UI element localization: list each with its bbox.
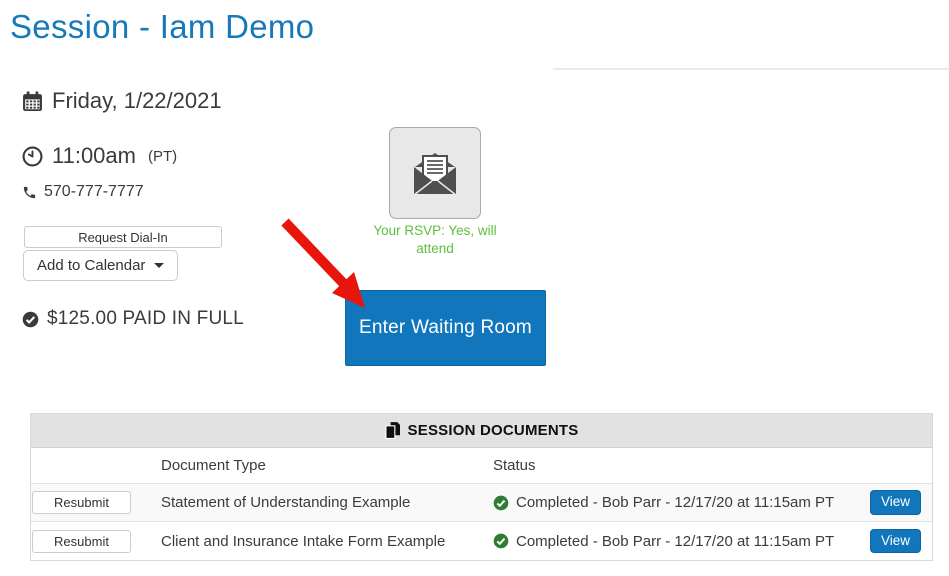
column-status: Status [493, 457, 536, 474]
add-to-calendar-button[interactable]: Add to Calendar [23, 250, 179, 281]
view-button[interactable]: View [870, 490, 922, 515]
session-documents-table: SESSION DOCUMENTS Document Type Status R… [30, 413, 933, 561]
rsvp-status-text: Your RSVP: Yes, will attend [373, 223, 497, 257]
session-documents-header: SESSION DOCUMENTS [31, 414, 932, 448]
document-type-cell: Statement of Understanding Example [161, 494, 411, 511]
session-time-row: 11:00am (PT) [22, 143, 177, 169]
view-button[interactable]: View [870, 528, 922, 554]
table-row: Resubmit Statement of Understanding Exam… [31, 484, 932, 522]
payment-status: $125.00 PAID IN FULL [47, 308, 244, 329]
resubmit-button[interactable]: Resubmit [32, 491, 131, 514]
payment-status-row: $125.00 PAID IN FULL [22, 308, 244, 330]
row-action-cell: Resubmit [31, 529, 161, 553]
completed-check-icon [493, 495, 509, 511]
session-phone: 570-777-7777 [44, 183, 144, 200]
status-cell: Completed - Bob Parr - 12/17/20 at 11:15… [493, 494, 870, 511]
row-view-cell: View [870, 528, 932, 554]
session-phone-row: 570-777-7777 [22, 183, 144, 201]
chevron-down-icon [154, 263, 165, 268]
session-page: Session - Iam Demo Friday, 1/22/2021 11:… [0, 0, 949, 576]
status-text: Completed - Bob Parr - 12/17/20 at 11:15… [516, 532, 835, 550]
row-view-cell: View [870, 490, 932, 515]
status-cell: Completed - Bob Parr - 12/17/20 at 11:15… [493, 533, 870, 550]
table-column-headers: Document Type Status [31, 448, 932, 484]
session-time: 11:00am [52, 143, 136, 168]
table-row: Resubmit Client and Insurance Intake For… [31, 522, 932, 560]
session-documents-title: SESSION DOCUMENTS [407, 422, 579, 439]
session-date-row: Friday, 1/22/2021 [22, 88, 222, 114]
document-type-cell: Client and Insurance Intake Form Example [161, 532, 446, 550]
resubmit-button[interactable]: Resubmit [32, 529, 131, 553]
check-circle-icon [22, 311, 39, 328]
red-arrow-annotation [281, 218, 365, 308]
divider [553, 68, 949, 70]
clock-icon [22, 146, 43, 167]
rsvp-button[interactable] [389, 127, 481, 219]
completed-check-icon [493, 533, 509, 549]
calendar-icon [22, 91, 43, 112]
page-title: Session - Iam Demo [10, 8, 315, 45]
session-date: Friday, 1/22/2021 [52, 88, 222, 113]
column-document-type: Document Type [161, 457, 266, 474]
request-dial-in-button[interactable]: Request Dial-In [24, 226, 222, 248]
session-timezone: (PT) [147, 147, 178, 165]
phone-icon [22, 185, 37, 200]
open-envelope-icon [408, 150, 462, 196]
documents-icon [384, 422, 400, 439]
status-text: Completed - Bob Parr - 12/17/20 at 11:15… [516, 494, 835, 511]
row-action-cell: Resubmit [31, 491, 161, 514]
add-to-calendar-label: Add to Calendar [37, 257, 146, 274]
enter-waiting-room-button[interactable]: Enter Waiting Room [345, 290, 546, 366]
